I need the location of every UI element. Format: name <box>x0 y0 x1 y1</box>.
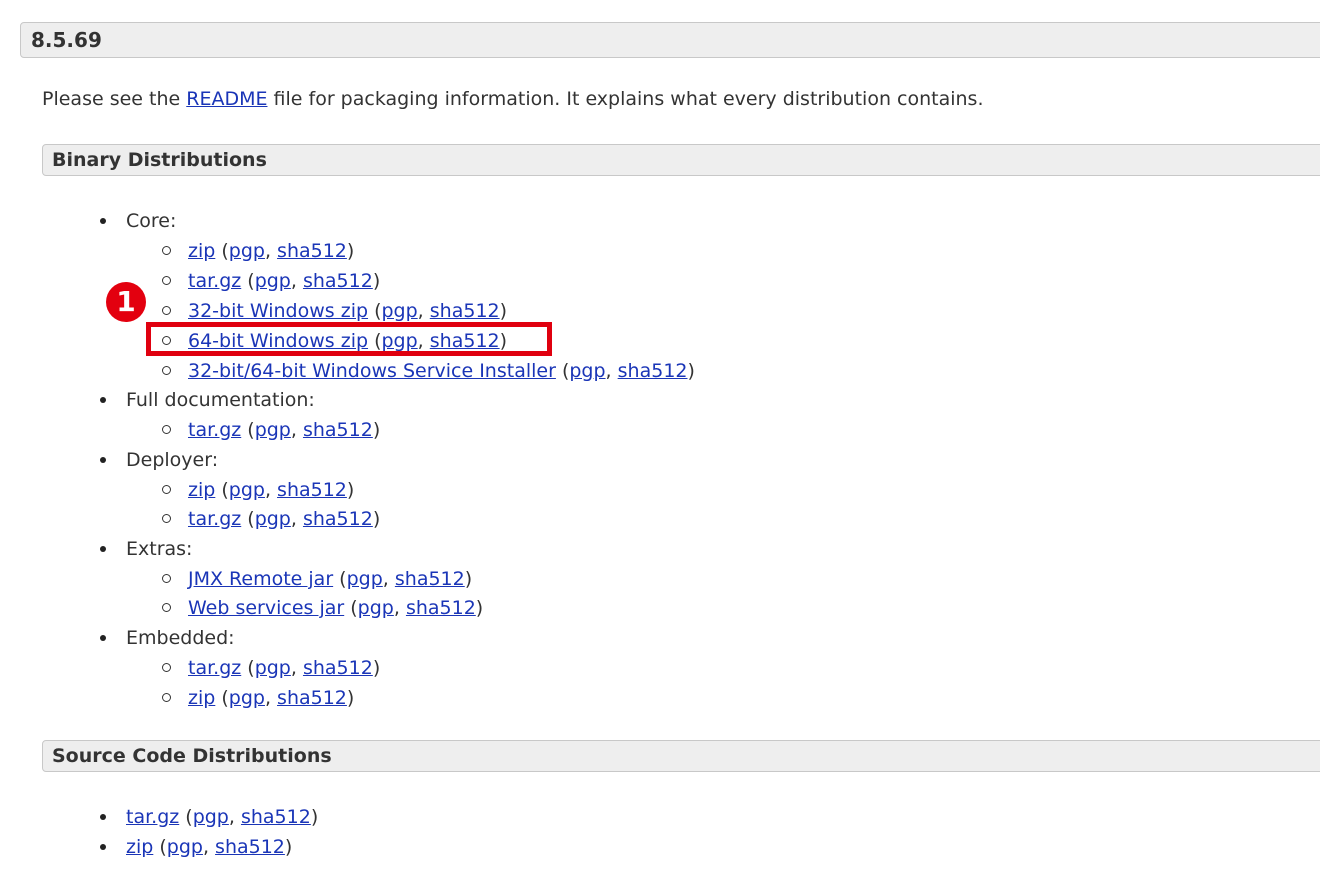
download-link[interactable]: tar.gz <box>188 508 241 530</box>
bullet-icon <box>100 844 106 850</box>
circle-bullet-icon <box>162 425 171 434</box>
intro-text-before: Please see the <box>42 88 187 110</box>
pgp-link[interactable]: pgp <box>229 479 265 501</box>
sha512-link[interactable]: sha512 <box>395 568 465 590</box>
pgp-link[interactable]: pgp <box>229 687 265 709</box>
category-label: Full documentation: <box>126 389 315 411</box>
sha512-link[interactable]: sha512 <box>277 240 347 262</box>
circle-bullet-icon <box>162 276 171 285</box>
sha512-link[interactable]: sha512 <box>215 836 285 858</box>
version-heading: 8.5.69 <box>20 22 1320 58</box>
binary-distributions-heading: Binary Distributions <box>42 144 1320 176</box>
circle-bullet-icon <box>162 366 171 375</box>
pgp-link[interactable]: pgp <box>381 300 417 322</box>
circle-bullet-icon <box>162 485 171 494</box>
pgp-link[interactable]: pgp <box>167 836 203 858</box>
bullet-icon <box>100 814 106 820</box>
category-label: Core: <box>126 210 177 232</box>
bullet-icon <box>100 457 106 463</box>
sha512-link[interactable]: sha512 <box>303 657 373 679</box>
download-link[interactable]: tar.gz <box>188 270 241 292</box>
sha512-link[interactable]: sha512 <box>277 479 347 501</box>
pgp-link[interactable]: pgp <box>255 270 291 292</box>
download-link[interactable]: zip <box>188 479 215 501</box>
pgp-link[interactable]: pgp <box>358 597 394 619</box>
pgp-link[interactable]: pgp <box>569 360 605 382</box>
download-link[interactable]: zip <box>188 687 215 709</box>
pgp-link[interactable]: pgp <box>229 240 265 262</box>
sha512-link[interactable]: sha512 <box>303 508 373 530</box>
sha512-link[interactable]: sha512 <box>241 806 311 828</box>
pgp-link[interactable]: pgp <box>255 419 291 441</box>
source-distributions-heading: Source Code Distributions <box>42 740 1320 772</box>
circle-bullet-icon <box>162 693 171 702</box>
download-link[interactable]: JMX Remote jar <box>188 568 333 590</box>
bullet-icon <box>100 397 106 403</box>
pgp-link[interactable]: pgp <box>255 657 291 679</box>
category-label: Extras: <box>126 538 193 560</box>
download-link[interactable]: 32-bit/64-bit Windows Service Installer <box>188 360 556 382</box>
download-link[interactable]: 32-bit Windows zip <box>188 300 368 322</box>
download-link[interactable]: zip <box>188 240 215 262</box>
highlight-box <box>146 322 552 356</box>
pgp-link[interactable]: pgp <box>193 806 229 828</box>
sha512-link[interactable]: sha512 <box>277 687 347 709</box>
sha512-link[interactable]: sha512 <box>303 419 373 441</box>
circle-bullet-icon <box>162 603 171 612</box>
category-label: Embedded: <box>126 627 235 649</box>
bullet-icon <box>100 635 106 641</box>
bullet-icon <box>100 218 106 224</box>
intro-text-after: file for packaging information. It expla… <box>267 88 984 110</box>
step-number-badge: 1 <box>106 282 146 322</box>
intro-paragraph: Please see the README file for packaging… <box>42 88 984 110</box>
circle-bullet-icon <box>162 514 171 523</box>
sha512-link[interactable]: sha512 <box>406 597 476 619</box>
download-link[interactable]: tar.gz <box>188 657 241 679</box>
download-link[interactable]: tar.gz <box>126 806 179 828</box>
circle-bullet-icon <box>162 306 171 315</box>
download-link[interactable]: Web services jar <box>188 597 344 619</box>
circle-bullet-icon <box>162 574 171 583</box>
download-link[interactable]: tar.gz <box>188 419 241 441</box>
pgp-link[interactable]: pgp <box>255 508 291 530</box>
bullet-icon <box>100 546 106 552</box>
download-link[interactable]: zip <box>126 836 153 858</box>
sha512-link[interactable]: sha512 <box>430 300 500 322</box>
category-label: Deployer: <box>126 449 219 471</box>
sha512-link[interactable]: sha512 <box>303 270 373 292</box>
circle-bullet-icon <box>162 663 171 672</box>
readme-link[interactable]: README <box>186 88 267 110</box>
pgp-link[interactable]: pgp <box>347 568 383 590</box>
circle-bullet-icon <box>162 246 171 255</box>
sha512-link[interactable]: sha512 <box>618 360 688 382</box>
